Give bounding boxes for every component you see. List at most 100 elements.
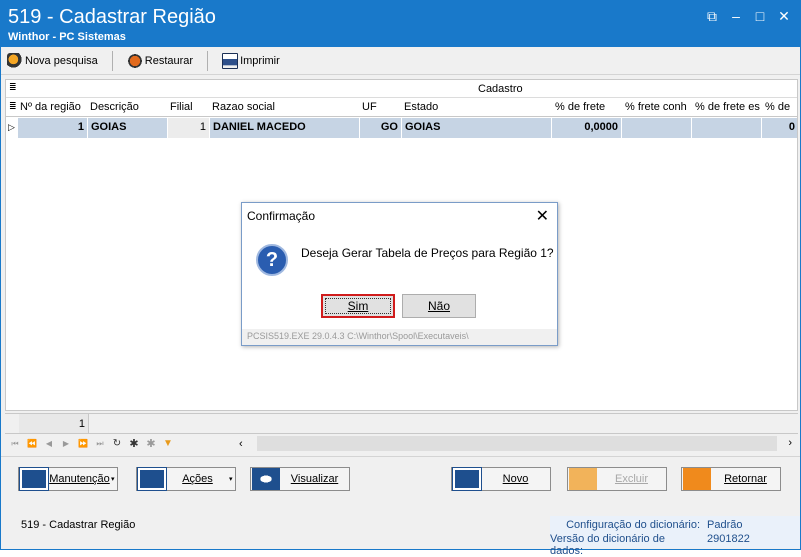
column-headers: ≣ Nº da região Descrição Filial Razao so… — [6, 98, 797, 117]
restore-icon[interactable]: ⧉ — [700, 7, 724, 25]
yes-label: Sim — [347, 299, 369, 313]
footer-count: 1 — [19, 414, 89, 433]
dropdown-arrow-icon[interactable]: ▾ — [229, 475, 235, 483]
scroll-right-icon[interactable]: › — [788, 437, 792, 449]
col-freight-pct[interactable]: % de frete — [555, 101, 623, 113]
col-uf[interactable]: UF — [362, 101, 402, 113]
dialog-body: ? Deseja Gerar Tabela de Preços para Reg… — [242, 229, 557, 329]
column-menu-icon[interactable]: ≣ — [9, 101, 17, 112]
view-label: Visualizar — [290, 473, 339, 485]
question-icon: ? — [256, 244, 288, 276]
col-description[interactable]: Descrição — [90, 101, 168, 113]
col-branch[interactable]: Filial — [170, 101, 210, 113]
scroll-left-icon[interactable]: ‹ — [239, 438, 243, 450]
row-pointer-icon: ▷ — [8, 122, 15, 132]
window-controls: ⧉ – □ ✕ — [700, 7, 796, 25]
cell-region-no[interactable]: 1 — [18, 118, 88, 138]
new-search-label: Nova pesquisa — [25, 54, 98, 67]
cell-uf[interactable]: GO — [360, 118, 402, 138]
cell-description[interactable]: GOIAS — [88, 118, 168, 138]
return-label: Retornar — [724, 473, 767, 485]
cell-freight-conh[interactable] — [622, 118, 692, 138]
new-button[interactable]: Novo — [451, 467, 551, 491]
col-freight-es[interactable]: % de frete es — [695, 101, 763, 113]
col-extra[interactable]: % de — [765, 101, 797, 113]
delete-button[interactable]: Excluir — [567, 467, 667, 491]
dict-config-value: Padrão — [707, 519, 743, 531]
print-button[interactable]: Imprimir — [216, 50, 286, 72]
trash-icon — [569, 468, 597, 490]
last-page-icon[interactable]: ⏭ — [93, 437, 107, 451]
asterisk-disabled-icon[interactable]: ✱ — [144, 437, 158, 451]
confirmation-dialog: Confirmação ✕ ? Deseja Gerar Tabela de P… — [241, 202, 558, 346]
gear-icon — [137, 467, 167, 491]
actions-button[interactable]: Ações ▾ — [136, 467, 236, 491]
col-state[interactable]: Estado — [404, 101, 552, 113]
maintenance-label: Manutenção — [49, 473, 110, 485]
prev-icon[interactable]: ◀ — [42, 437, 56, 451]
restore-arrow-icon — [126, 52, 143, 69]
dictionary-info: Configuração do dicionário: Padrão Versã… — [550, 516, 800, 557]
prev-page-icon[interactable]: ⏪ — [25, 437, 39, 451]
col-freight-conh[interactable]: % frete conh — [625, 101, 693, 113]
back-arrow-icon — [683, 468, 711, 490]
col-company-name[interactable]: Razao social — [212, 101, 360, 113]
next-icon[interactable]: ▶ — [59, 437, 73, 451]
window-title: 519 - Cadastrar Região — [8, 6, 216, 28]
new-label: Novo — [502, 473, 529, 485]
printer-icon — [222, 52, 239, 69]
maintenance-button[interactable]: Manutenção ▾ — [18, 467, 118, 491]
maintenance-icon — [19, 467, 49, 491]
restore-label: Restaurar — [144, 54, 194, 67]
actions-label: Ações — [182, 473, 213, 485]
title-bar: 519 - Cadastrar Região Winthor - PC Sist… — [1, 1, 800, 47]
toolbar-divider — [111, 50, 113, 71]
dialog-title: Confirmação — [247, 209, 316, 223]
new-record-icon — [452, 467, 482, 491]
cell-freight-pct[interactable]: 0,0000 — [552, 118, 622, 138]
view-button[interactable]: Visualizar — [250, 467, 350, 491]
asterisk-icon[interactable]: ✱ — [127, 437, 141, 451]
toolbar-divider — [207, 50, 209, 71]
close-icon[interactable]: ✕ — [536, 206, 549, 226]
delete-label: Excluir — [614, 473, 648, 485]
maximize-icon[interactable]: □ — [748, 7, 772, 25]
no-button[interactable]: Não — [402, 294, 476, 318]
dialog-message: Deseja Gerar Tabela de Preços para Regiã… — [301, 246, 554, 260]
first-page-icon[interactable]: ⏮ — [8, 437, 22, 451]
band-label: Cadastro — [478, 83, 523, 95]
toolbar: Nova pesquisa Restaurar Imprimir — [1, 47, 800, 75]
horizontal-scrollbar[interactable] — [257, 436, 777, 451]
dict-config-label: Configuração do dicionário: — [566, 519, 700, 531]
col-region-no[interactable]: Nº da região — [20, 101, 88, 113]
status-screen-label: 519 - Cadastrar Região — [21, 519, 136, 531]
minimize-icon[interactable]: – — [724, 7, 748, 25]
print-label: Imprimir — [240, 54, 280, 67]
close-icon[interactable]: ✕ — [772, 7, 796, 25]
yes-button[interactable]: Sim — [321, 294, 395, 318]
dict-version-label: Versão do dicionário de dados: — [550, 533, 665, 557]
grid-footer: 1 — [5, 413, 798, 433]
table-row[interactable]: ▷ 1 GOIAS 1 DANIEL MACEDO GO GOIAS 0,000… — [6, 118, 797, 138]
cell-state[interactable]: GOIAS — [402, 118, 552, 138]
cell-extra[interactable]: 0 — [762, 118, 797, 138]
status-bar: 519 - Cadastrar Região Configuração do d… — [15, 516, 800, 557]
search-icon — [7, 52, 23, 69]
dropdown-arrow-icon[interactable]: ▾ — [111, 475, 117, 483]
grid-menu-icon[interactable]: ≣ — [9, 82, 17, 93]
refresh-icon[interactable]: ↻ — [110, 437, 124, 451]
app-window: 519 - Cadastrar Região Winthor - PC Sist… — [0, 0, 801, 557]
filter-icon[interactable]: ▼ — [161, 437, 175, 451]
new-search-button[interactable]: Nova pesquisa — [1, 50, 104, 72]
cell-branch[interactable]: 1 — [168, 118, 210, 138]
window-subtitle: Winthor - PC Sistemas — [8, 31, 126, 43]
return-button[interactable]: Retornar — [681, 467, 781, 491]
restore-button[interactable]: Restaurar — [121, 50, 199, 72]
cell-freight-es[interactable] — [692, 118, 762, 138]
no-label: Não — [427, 299, 450, 313]
dialog-title-bar: Confirmação ✕ — [242, 203, 557, 229]
grid-navigator: ⏮ ⏪ ◀ ▶ ⏩ ⏭ ↻ ✱ ✱ ▼ ‹ › — [5, 433, 798, 453]
dict-version-value: 2901822 — [707, 533, 750, 545]
cell-company-name[interactable]: DANIEL MACEDO — [210, 118, 360, 138]
next-page-icon[interactable]: ⏩ — [76, 437, 90, 451]
